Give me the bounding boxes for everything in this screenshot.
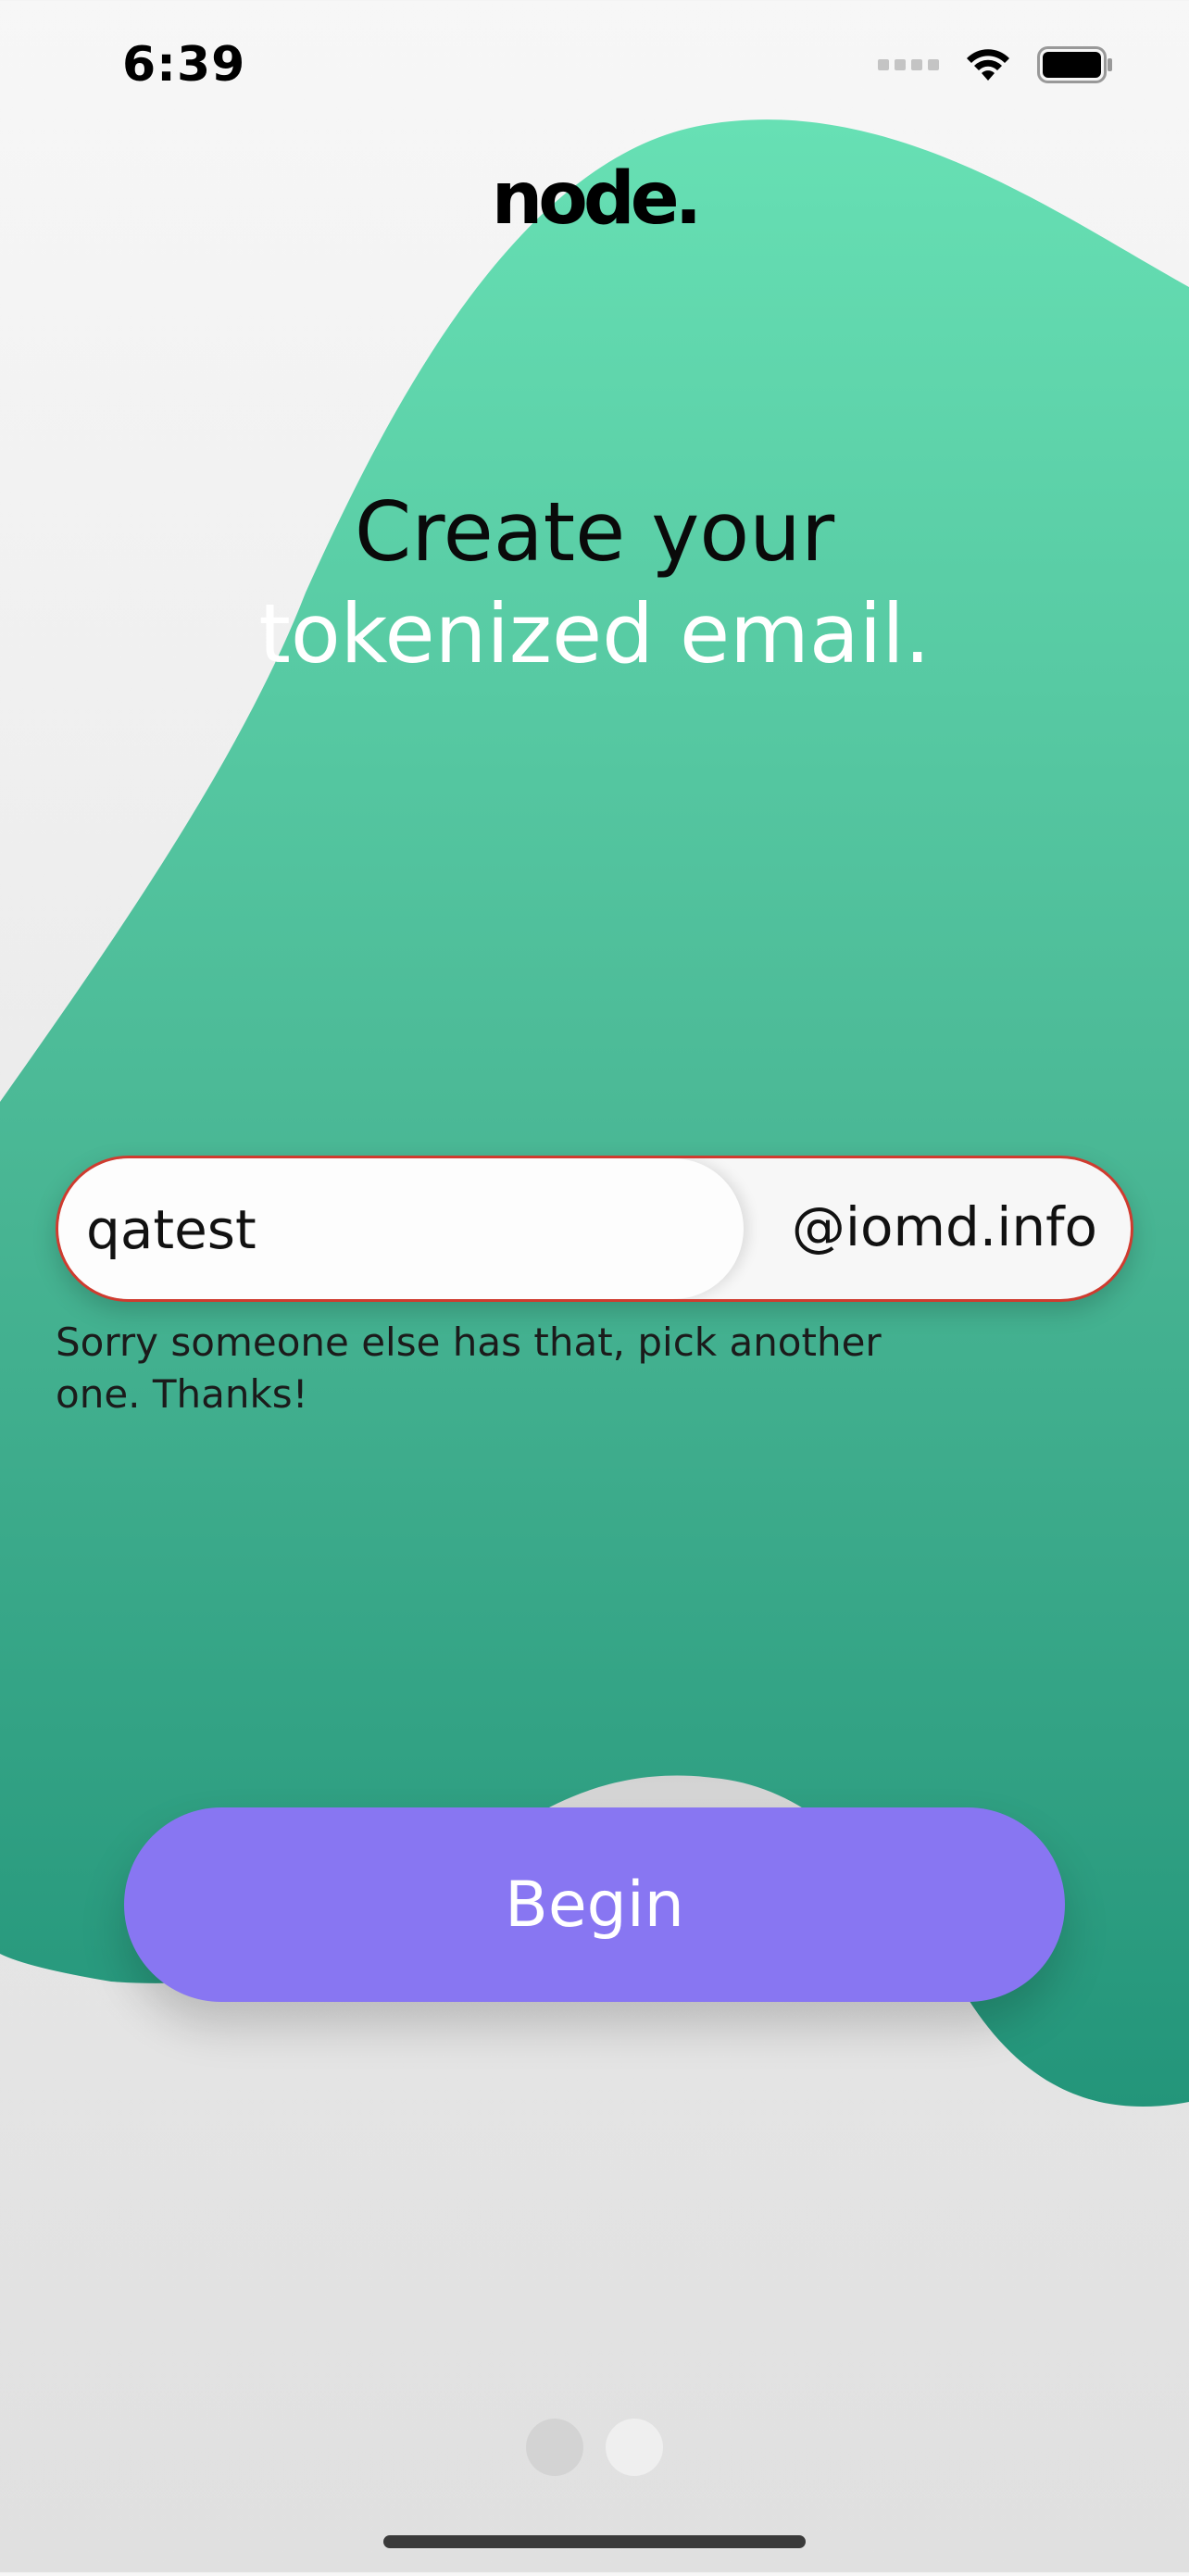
- error-message: Sorry someone else has that, pick anothe…: [56, 1319, 882, 1417]
- email-input-pill: [58, 1158, 744, 1299]
- battery-icon: [1037, 46, 1112, 83]
- title-line-1: Create your: [354, 484, 835, 580]
- status-icons: [878, 46, 1113, 83]
- email-username-input[interactable]: [84, 1186, 718, 1273]
- page-dot-2[interactable]: [606, 2419, 663, 2476]
- begin-button[interactable]: Begin: [124, 1807, 1065, 2002]
- email-domain-suffix: @iomd.info: [791, 1195, 1097, 1258]
- page-indicator: [0, 2419, 1189, 2476]
- email-field: @iomd.info: [56, 1156, 1133, 1302]
- page-dot-1[interactable]: [526, 2419, 583, 2476]
- home-indicator[interactable]: [383, 2535, 806, 2548]
- title-line-2: tokenized email.: [258, 586, 931, 682]
- wifi-icon: [967, 49, 1009, 81]
- app-logo: node.: [491, 157, 702, 241]
- status-bar: 6:39: [0, 0, 1189, 130]
- status-time: 6:39: [122, 37, 246, 93]
- page-title: Create your tokenized email.: [0, 481, 1189, 685]
- signal-icon: [878, 59, 939, 70]
